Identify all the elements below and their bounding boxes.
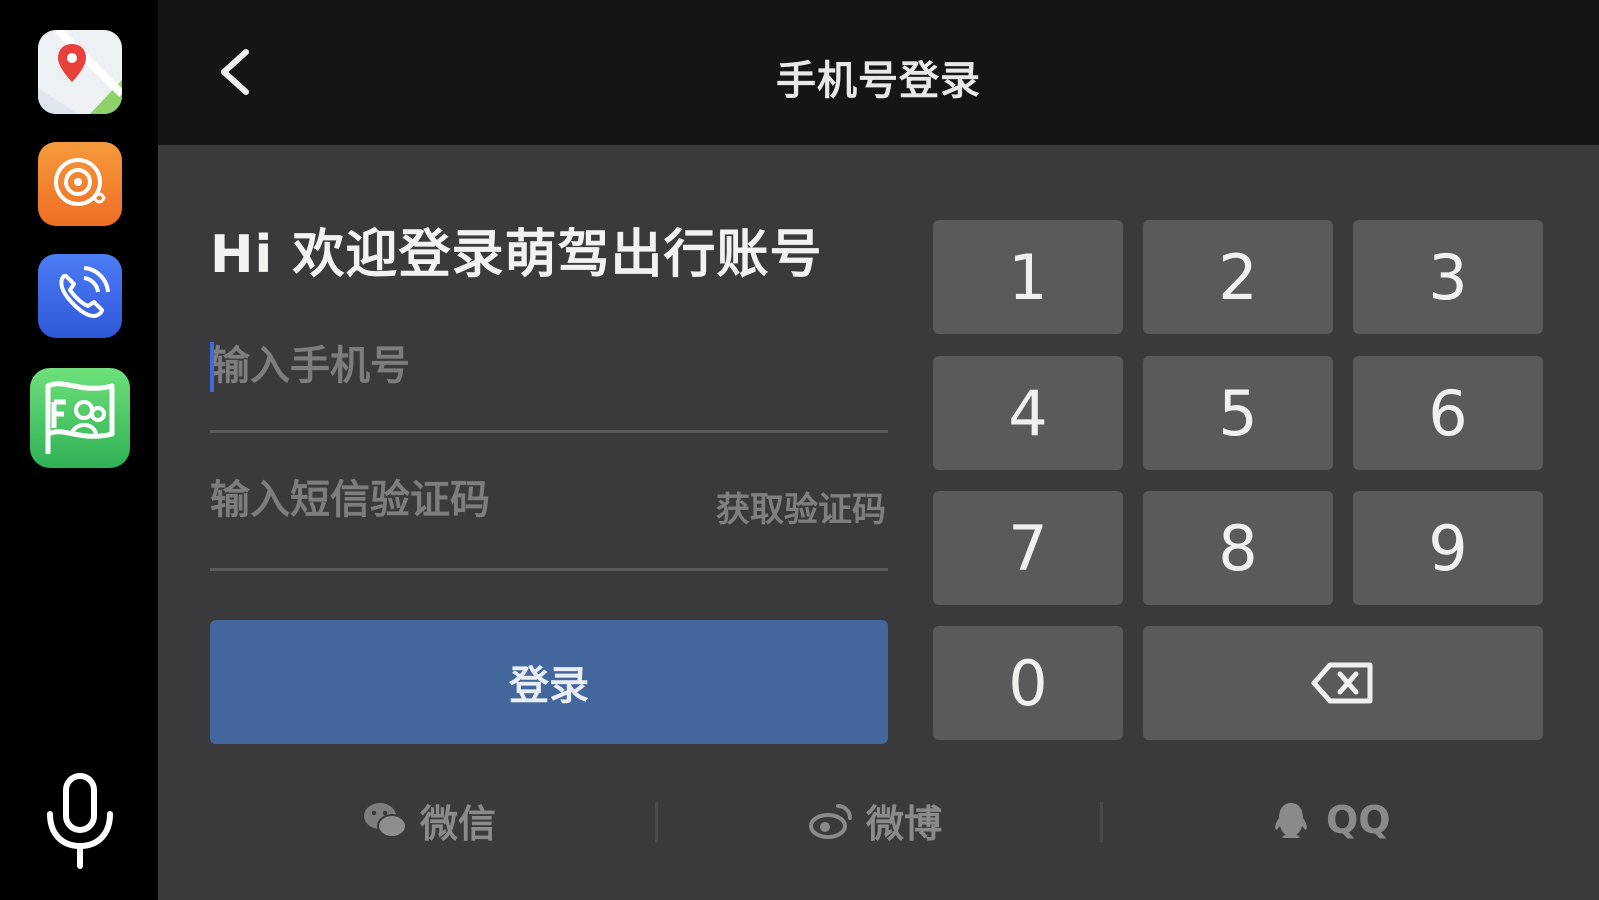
maps-app-icon[interactable] bbox=[38, 30, 122, 114]
keypad-key-3[interactable]: 3 bbox=[1353, 220, 1543, 334]
weibo-login-button[interactable]: 微博 bbox=[808, 790, 942, 850]
keypad-key-2[interactable]: 2 bbox=[1143, 220, 1333, 334]
wechat-label: 微信 bbox=[420, 801, 497, 846]
qq-icon bbox=[1275, 803, 1307, 838]
wechat-icon bbox=[364, 803, 407, 838]
keypad-key-7[interactable]: 7 bbox=[933, 491, 1123, 605]
keypad-key-5[interactable]: 5 bbox=[1143, 356, 1333, 470]
backspace-icon bbox=[1311, 662, 1373, 704]
side-dock bbox=[0, 0, 158, 900]
keypad-key-6[interactable]: 6 bbox=[1353, 356, 1543, 470]
phone-input[interactable] bbox=[210, 336, 888, 396]
weibo-label: 微博 bbox=[866, 801, 943, 846]
social-divider bbox=[1100, 802, 1103, 842]
text-caret bbox=[210, 342, 214, 392]
phone-field[interactable] bbox=[210, 336, 888, 396]
music-app-icon[interactable] bbox=[38, 142, 122, 226]
page-title: 手机号登录 bbox=[776, 58, 981, 104]
app-root: 手机号登录 Hi 欢迎登录萌驾出行账号 获取验证码 登录 1 2 3 4 5 6… bbox=[0, 0, 1599, 900]
weibo-icon bbox=[809, 804, 852, 839]
keypad-key-1[interactable]: 1 bbox=[933, 220, 1123, 334]
phone-app-icon[interactable] bbox=[38, 254, 122, 338]
keypad-key-4[interactable]: 4 bbox=[933, 356, 1123, 470]
microphone-icon[interactable] bbox=[44, 770, 116, 870]
phone-underline bbox=[210, 430, 888, 433]
qq-label: QQ bbox=[1326, 798, 1391, 842]
get-code-button[interactable]: 获取验证码 bbox=[700, 482, 886, 531]
keypad-backspace-button[interactable] bbox=[1143, 626, 1543, 740]
sms-code-underline bbox=[210, 568, 888, 571]
wechat-login-button[interactable]: 微信 bbox=[362, 790, 496, 850]
keypad-key-8[interactable]: 8 bbox=[1143, 491, 1333, 605]
qq-login-button[interactable]: QQ bbox=[1268, 790, 1391, 850]
social-divider bbox=[655, 802, 658, 842]
fleet-app-icon[interactable] bbox=[30, 368, 130, 468]
login-button[interactable]: 登录 bbox=[210, 620, 888, 744]
welcome-heading: Hi 欢迎登录萌驾出行账号 bbox=[210, 225, 823, 285]
keypad-key-9[interactable]: 9 bbox=[1353, 491, 1543, 605]
keypad-key-0[interactable]: 0 bbox=[933, 626, 1123, 740]
